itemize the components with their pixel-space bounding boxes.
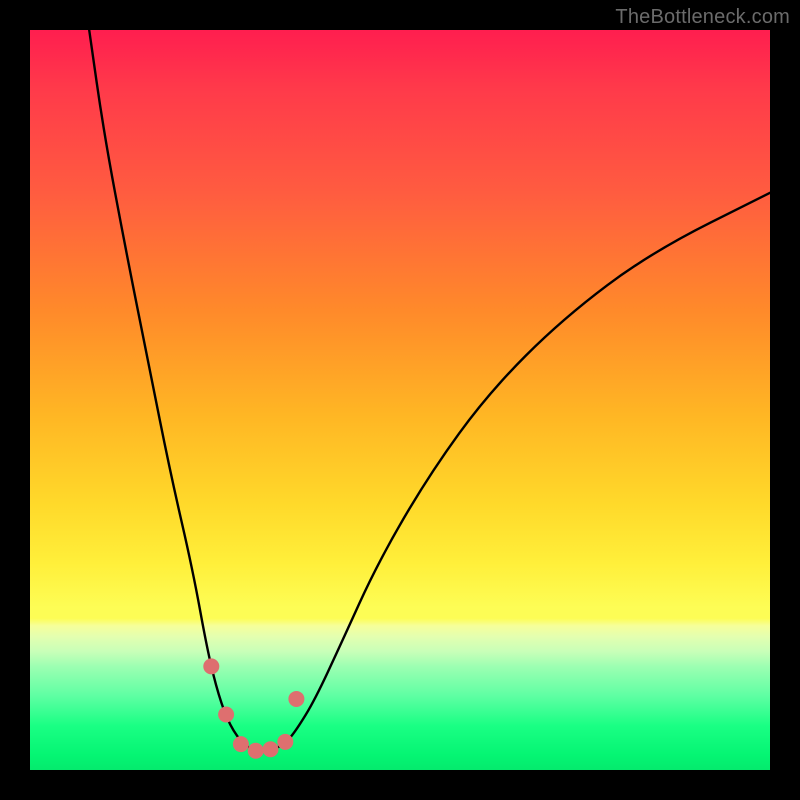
marker-dot	[248, 743, 264, 759]
marker-dot	[277, 734, 293, 750]
bottleneck-curve	[89, 30, 770, 750]
chart-svg	[30, 30, 770, 770]
plot-area	[30, 30, 770, 770]
bottleneck-markers	[203, 658, 304, 758]
marker-dot	[233, 736, 249, 752]
marker-dot	[203, 658, 219, 674]
marker-dot	[288, 691, 304, 707]
chart-frame: TheBottleneck.com	[0, 0, 800, 800]
marker-dot	[263, 741, 279, 757]
watermark-label: TheBottleneck.com	[615, 6, 790, 29]
marker-dot	[218, 707, 234, 723]
